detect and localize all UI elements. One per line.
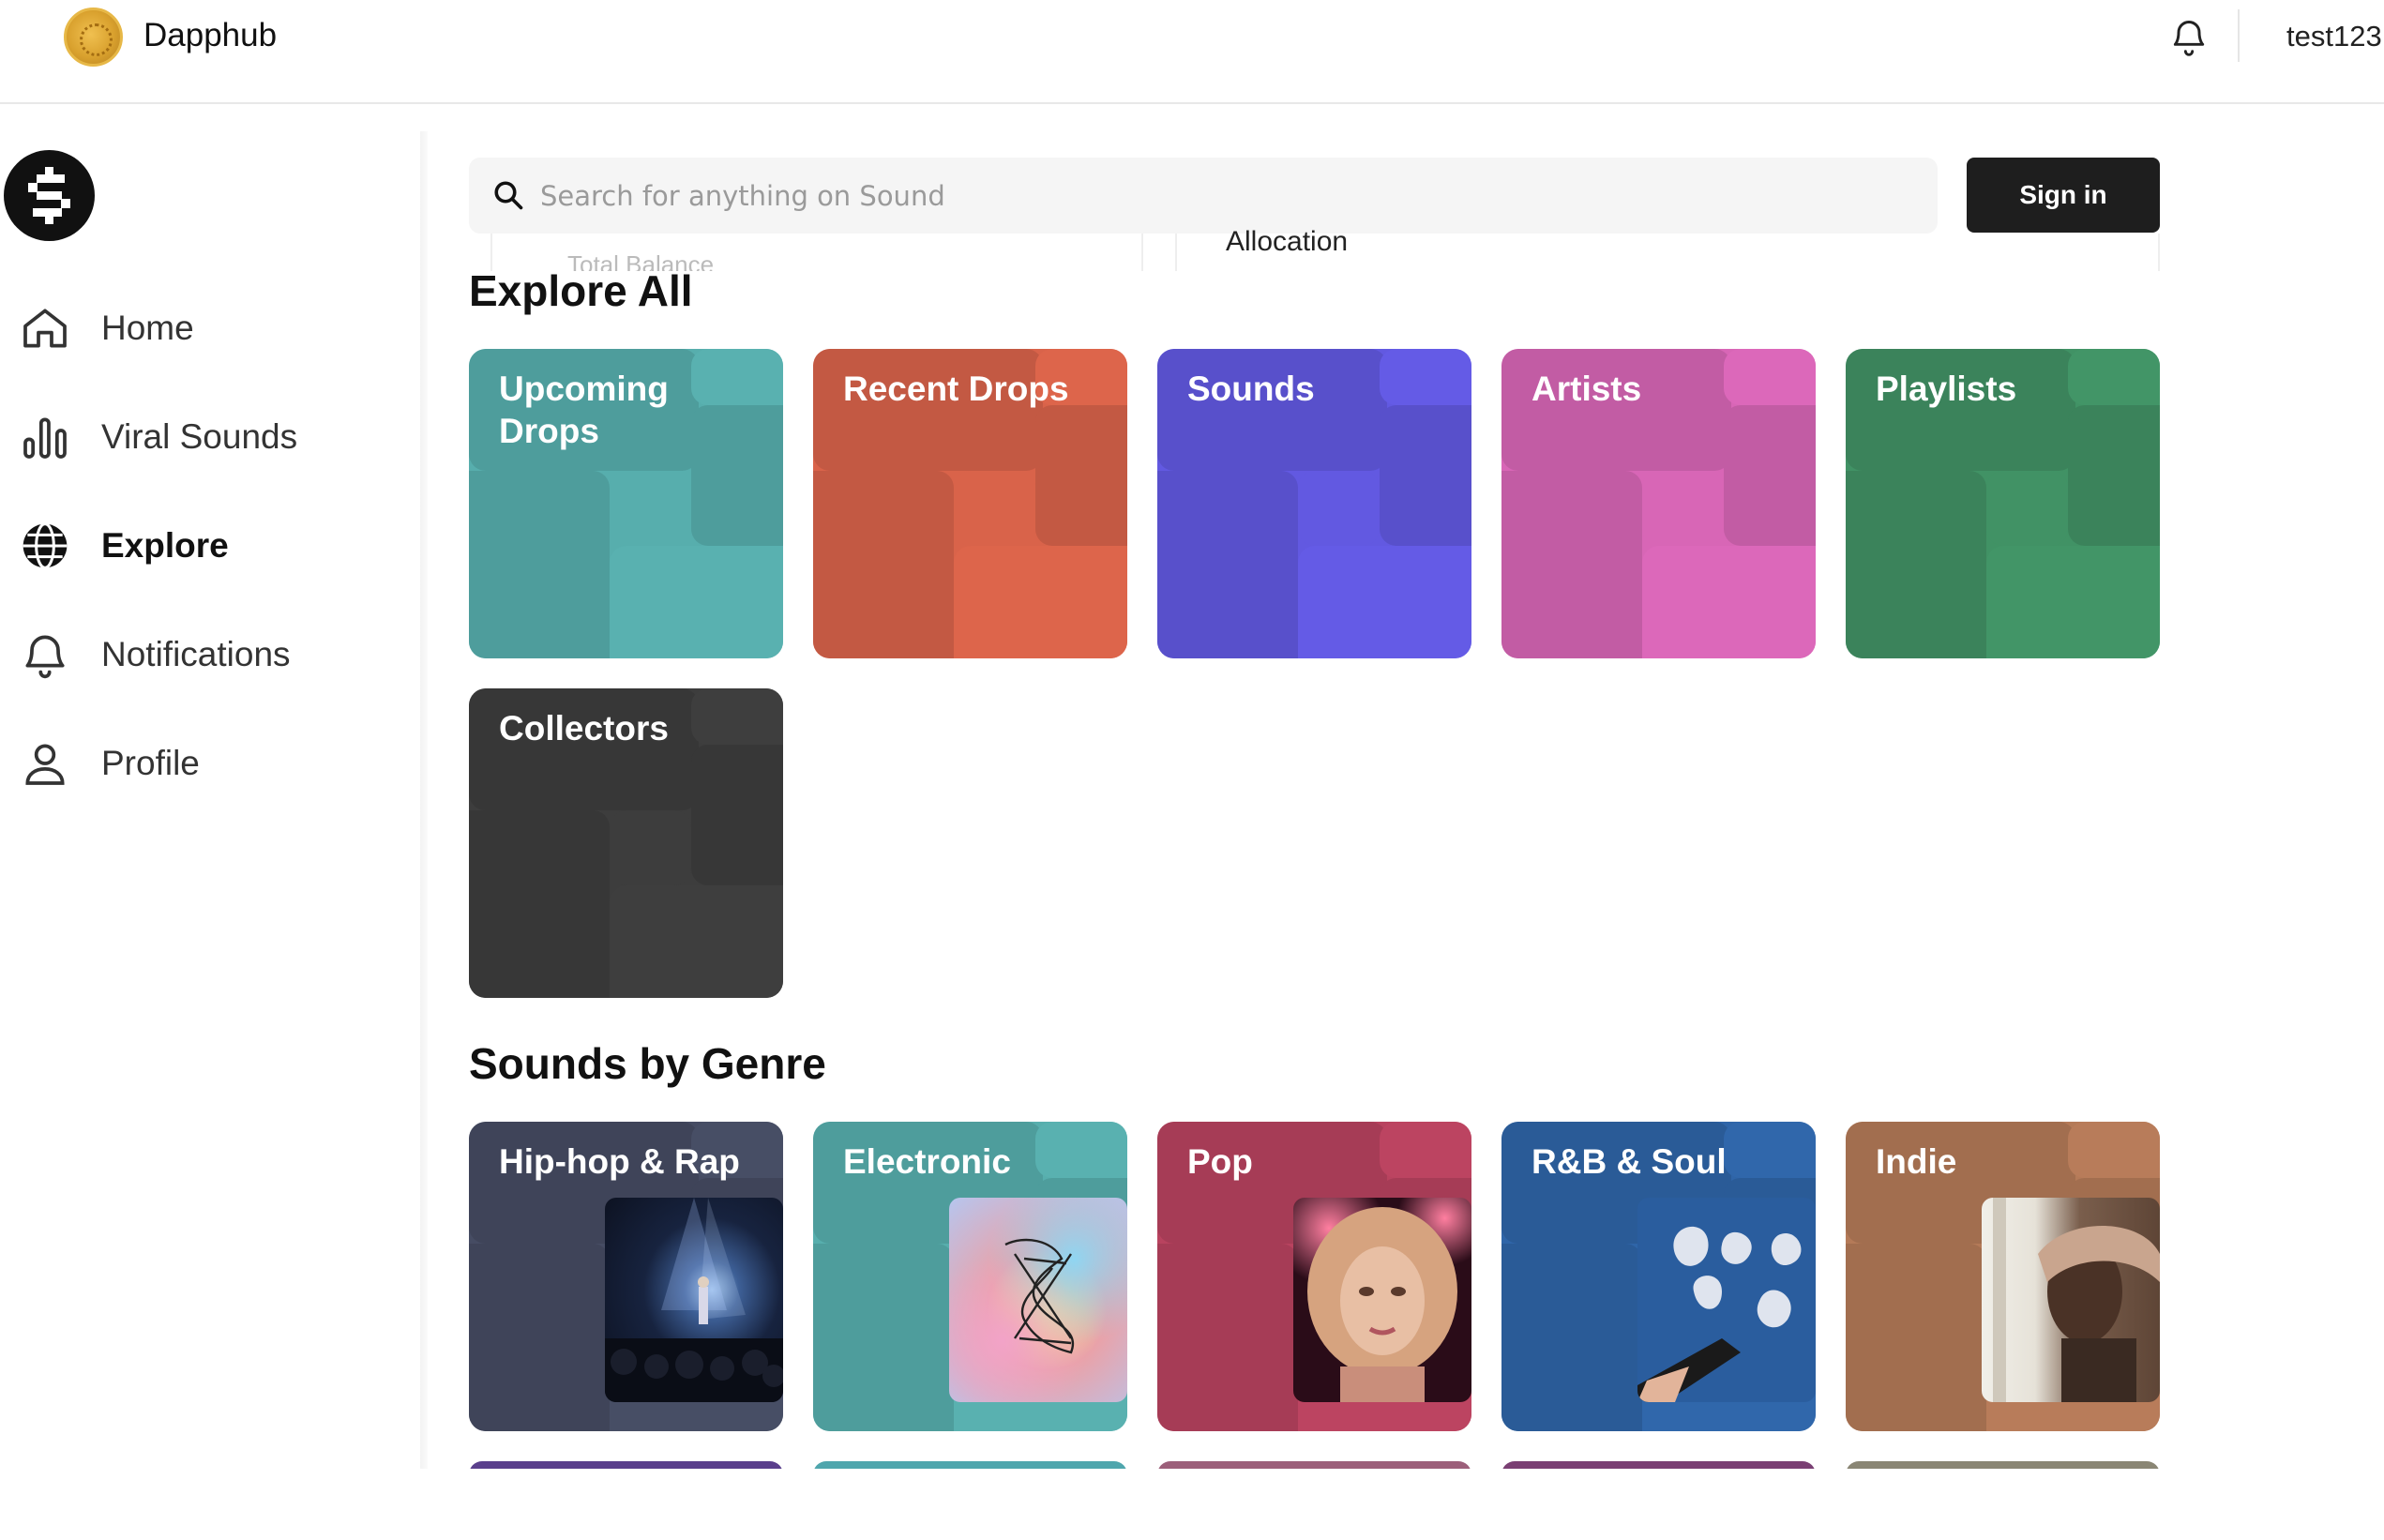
tile-artists[interactable]: Artists	[1501, 349, 1816, 658]
tile-playlists[interactable]: Playlists	[1846, 349, 2160, 658]
tile-shape	[1501, 1244, 1642, 1431]
genre-cover-image	[1293, 1198, 1471, 1402]
genre-cover-image	[1982, 1198, 2160, 1402]
tile-shape	[1501, 471, 1642, 658]
user-icon	[25, 744, 65, 785]
sidebar-item-label: Profile	[101, 744, 200, 782]
tile-label: Sounds	[1187, 370, 1315, 408]
tile-upcoming-drops[interactable]: Upcoming Drops	[469, 349, 783, 658]
dapphub-logo[interactable]	[64, 8, 123, 67]
notification-bell-icon[interactable]	[2168, 15, 2210, 60]
tile-label: R&B & Soul	[1531, 1142, 1727, 1181]
tile-sounds[interactable]: Sounds	[1157, 349, 1471, 658]
tile-shape	[610, 471, 691, 546]
sidebar-item-label: Notifications	[101, 635, 291, 673]
tile-shape	[1380, 405, 1471, 546]
genre-tile-electronic[interactable]: Electronic	[813, 1122, 1127, 1431]
sidebar-item-notifications[interactable]: Notifications	[19, 622, 413, 687]
tile-label: Indie	[1876, 1142, 1957, 1181]
tile-shape	[1298, 546, 1471, 658]
section-title-genre: Sounds by Genre	[469, 1039, 826, 1088]
username[interactable]: test123	[2286, 20, 2382, 53]
tile-shape	[610, 885, 783, 998]
tile-shape	[1157, 1244, 1298, 1431]
tile-label: Upcoming Drops	[499, 370, 669, 450]
tile-shape	[1986, 546, 2160, 658]
tile-shape	[691, 745, 783, 885]
genre-cover-image	[605, 1198, 783, 1402]
sidebar-item-label: Home	[101, 309, 194, 347]
genre-tile-pop[interactable]: Pop	[1157, 1122, 1471, 1431]
section-title-explore: Explore All	[469, 266, 693, 315]
sign-in-button[interactable]: Sign in	[1967, 158, 2160, 233]
sidebar-item-label: Viral Sounds	[101, 417, 298, 456]
genre-cover-image	[1637, 1198, 1816, 1402]
globe-icon	[23, 522, 68, 569]
tile-label: Collectors	[499, 709, 669, 747]
viewport-bottom	[0, 1469, 2384, 1540]
bar-chart-icon	[23, 417, 67, 459]
tile-shape	[954, 471, 1035, 546]
tile-shape	[469, 471, 610, 658]
tile-shape	[1724, 405, 1816, 546]
tile-recent-drops[interactable]: Recent Drops	[813, 349, 1127, 658]
tile-shape	[2068, 405, 2160, 546]
tile-shape	[813, 1244, 954, 1431]
tile-label: Playlists	[1876, 370, 2017, 408]
sidebar-item-label: Explore	[101, 526, 229, 565]
genre-tile-rnb-soul[interactable]: R&B & Soul	[1501, 1122, 1816, 1431]
sidebar-item-explore[interactable]: Explore	[19, 513, 413, 579]
tile-collectors[interactable]: Collectors	[469, 688, 783, 998]
header-divider	[2238, 9, 2240, 62]
tile-shape	[1298, 471, 1380, 546]
tile-shape	[1157, 471, 1298, 658]
bell-icon	[25, 635, 65, 679]
tile-shape	[1846, 1244, 1986, 1431]
tile-shape	[1642, 471, 1724, 546]
tile-shape	[610, 810, 691, 885]
genre-tile-indie[interactable]: Indie	[1846, 1122, 2160, 1431]
tile-shape	[1986, 471, 2068, 546]
tile-label: Hip-hop & Rap	[499, 1142, 740, 1181]
tile-shape	[469, 810, 610, 998]
genre-cover-image	[949, 1198, 1127, 1402]
tile-shape	[813, 471, 954, 658]
tile-shape	[954, 546, 1127, 658]
tile-shape	[1642, 546, 1816, 658]
tile-shape	[1846, 471, 1986, 658]
tile-shape	[610, 546, 783, 658]
tile-label: Pop	[1187, 1142, 1253, 1181]
brand-name[interactable]: Dapphub	[143, 17, 277, 54]
tile-shape	[469, 1244, 610, 1431]
tile-label: Electronic	[843, 1142, 1011, 1181]
sidebar-item-home[interactable]: Home	[19, 295, 413, 361]
tile-shape	[1035, 405, 1127, 546]
top-bar: Dapphub test123	[0, 0, 2384, 104]
sidebar: Home Viral Sounds Explore Notifications …	[0, 104, 424, 1471]
home-icon	[23, 309, 67, 348]
search-input[interactable]	[540, 158, 1909, 234]
background-panel: Allocation	[1175, 226, 2160, 271]
allocation-label: Allocation	[1226, 226, 1349, 257]
tile-label: Recent Drops	[843, 370, 1069, 408]
genre-tile-hip-hop-rap[interactable]: Hip-hop & Rap	[469, 1122, 783, 1431]
sidebar-item-viral-sounds[interactable]: Viral Sounds	[19, 404, 413, 470]
search-bar	[469, 158, 1938, 234]
search-icon	[494, 181, 523, 210]
tile-label: Artists	[1531, 370, 1642, 408]
sidebar-item-profile[interactable]: Profile	[19, 731, 413, 796]
